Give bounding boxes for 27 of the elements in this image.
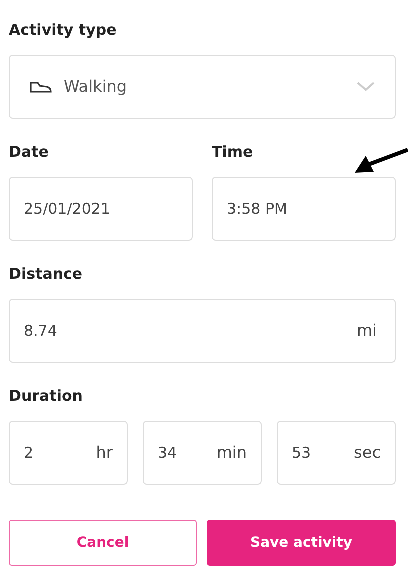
date-field[interactable]: 25/01/2021: [9, 177, 193, 241]
field-label: Distance: [9, 264, 83, 285]
duration-field[interactable]: 34 min: [143, 421, 262, 485]
field-value: 25/01/2021: [24, 198, 110, 220]
unit-label: min: [216, 442, 247, 464]
field-label: Activity type: [9, 20, 117, 41]
shoe-icon: [30, 81, 52, 93]
cancel-button[interactable]: Cancel: [9, 520, 197, 566]
unit-label: mi: [356, 320, 377, 342]
select-value: Walking: [64, 76, 128, 98]
field-label: Time: [212, 142, 254, 163]
chevron-down-icon: [357, 82, 375, 92]
unit-label: sec: [354, 442, 381, 464]
field-value: 2: [24, 442, 34, 464]
distance-field[interactable]: 8.74 mi: [9, 299, 396, 363]
field-label: Duration: [9, 386, 83, 407]
field-value: 8.74: [24, 320, 58, 342]
activity-select[interactable]: Walking: [9, 55, 396, 119]
save-button[interactable]: Save activity: [207, 520, 396, 566]
duration-field[interactable]: 53 sec: [277, 421, 396, 485]
field-label: Date: [9, 142, 49, 163]
duration-field[interactable]: 2 hr: [9, 421, 128, 485]
field-value: 34: [158, 442, 178, 464]
time-field[interactable]: 3:58 PM: [212, 177, 396, 241]
unit-label: hr: [96, 442, 113, 464]
field-value: 53: [292, 442, 312, 464]
field-value: 3:58 PM: [227, 198, 288, 220]
